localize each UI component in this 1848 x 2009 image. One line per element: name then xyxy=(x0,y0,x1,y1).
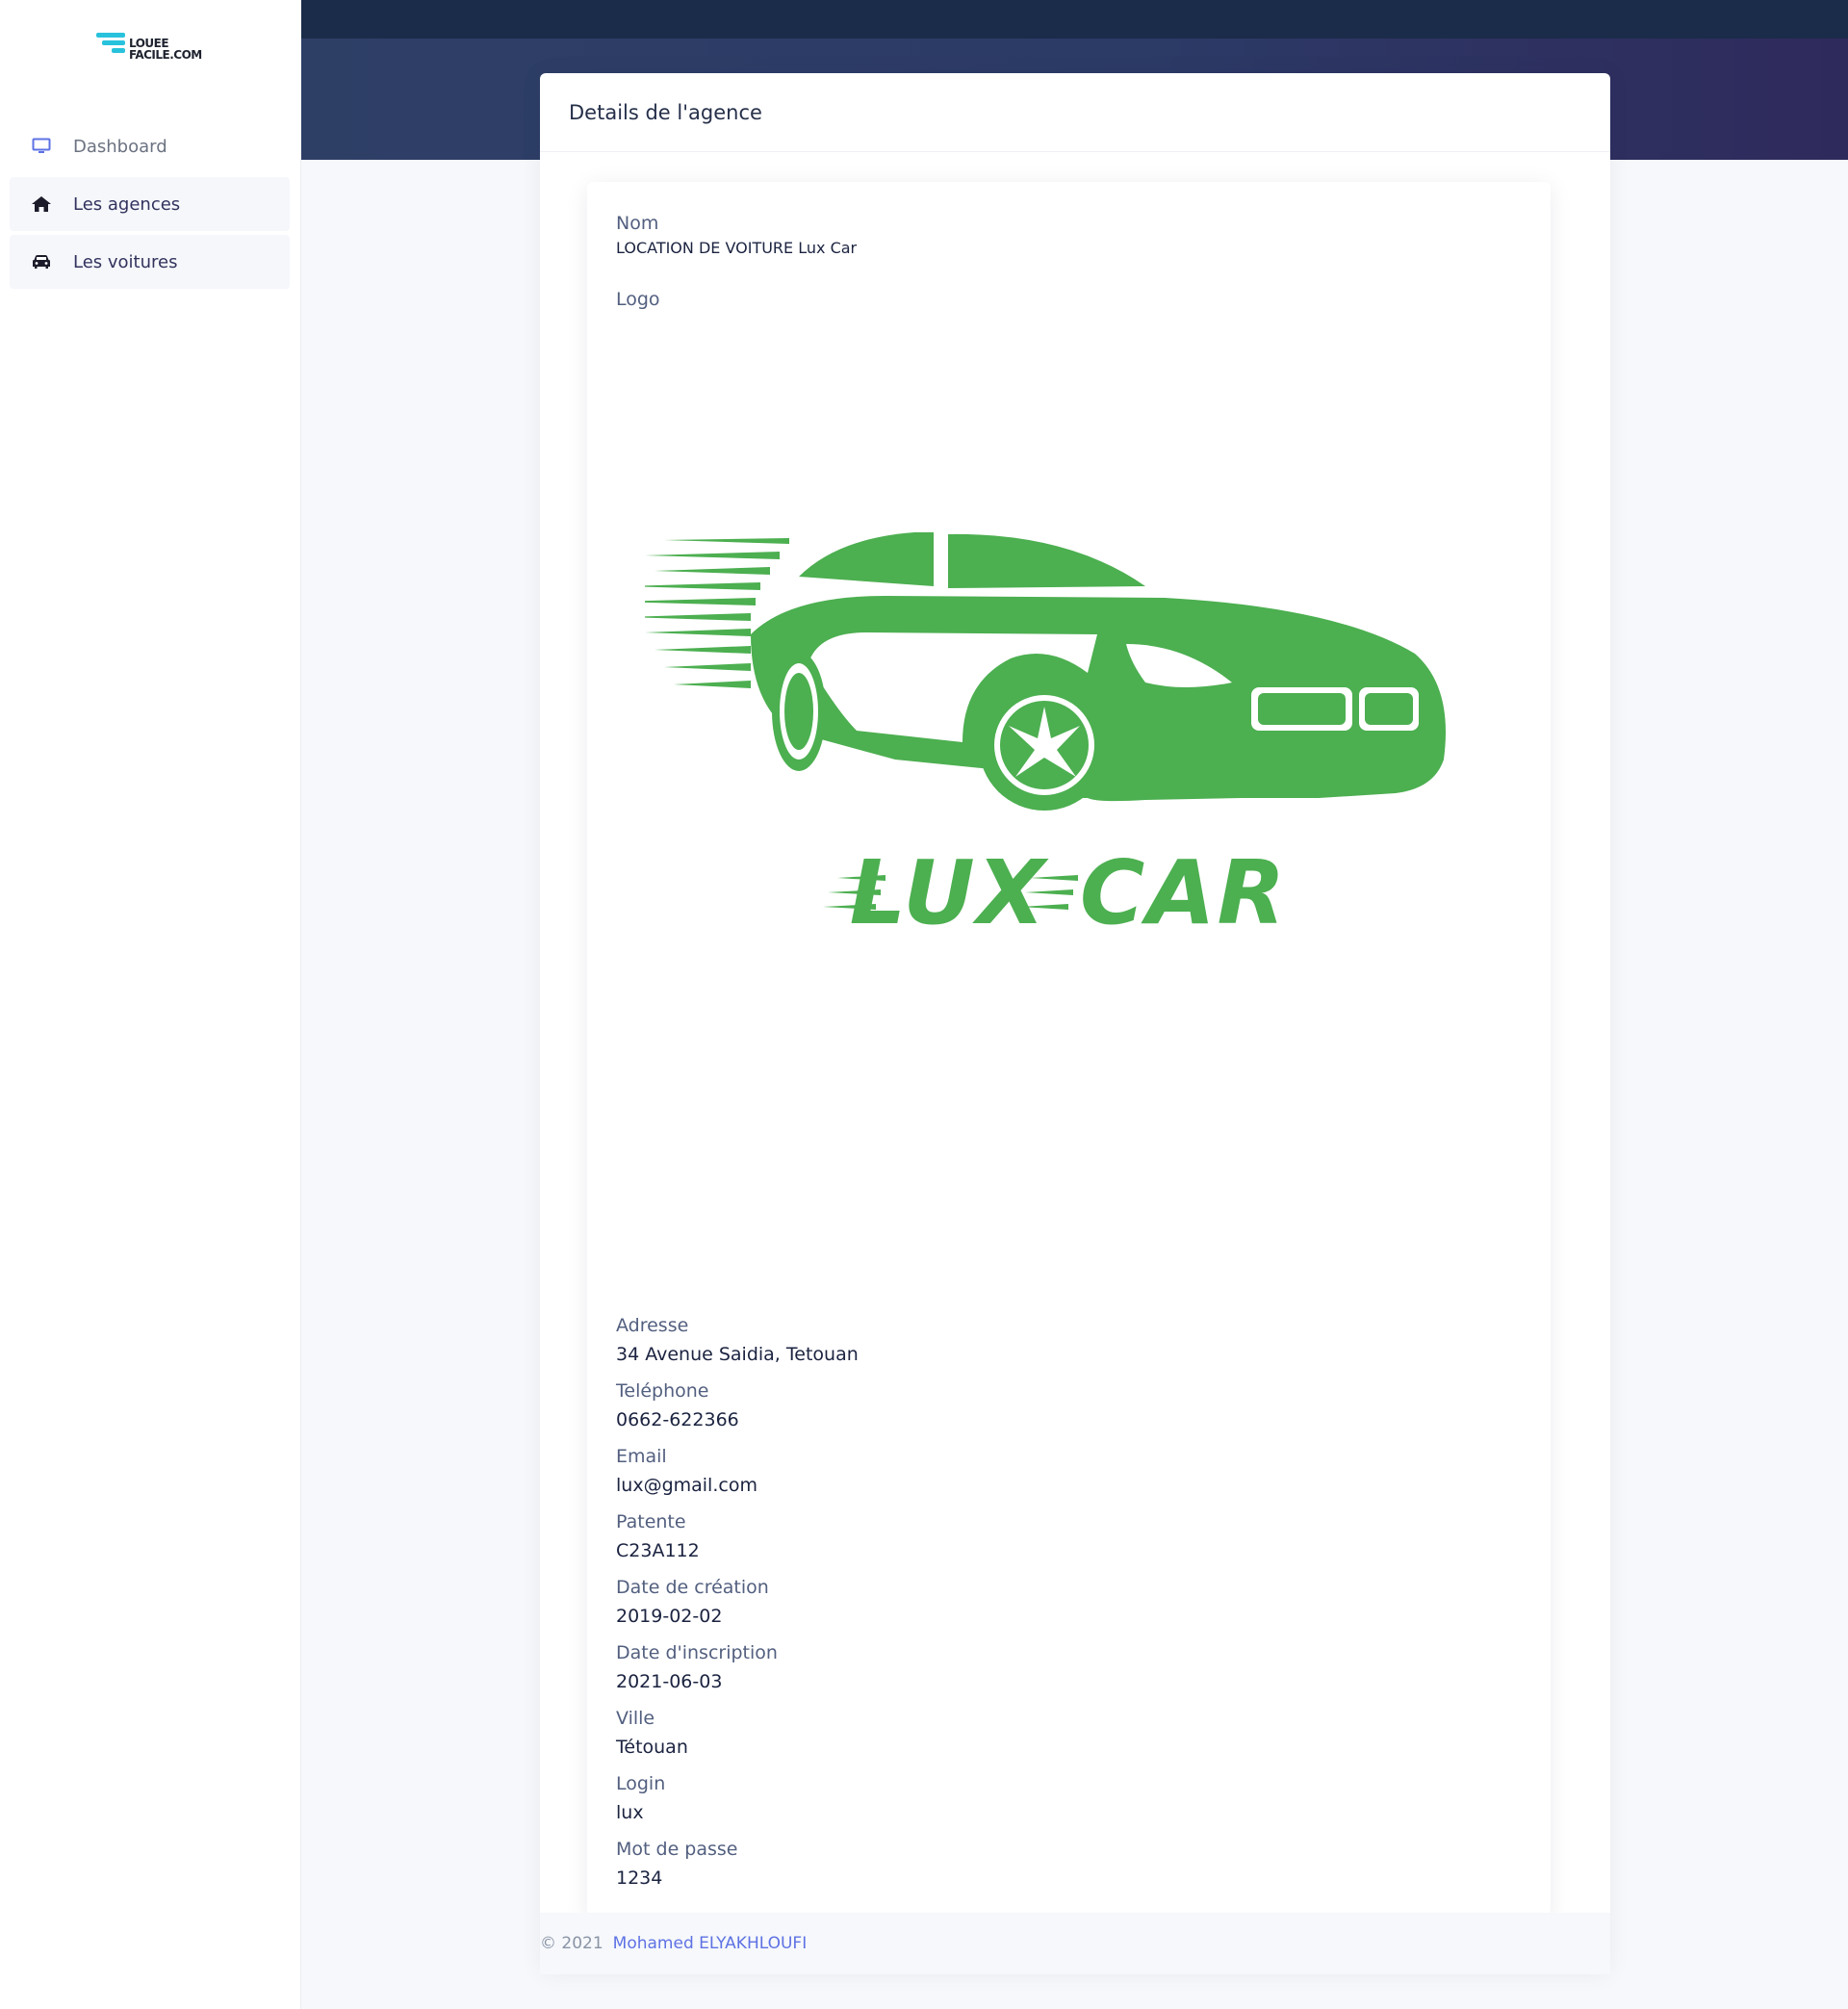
telephone-value: 0662-622366 xyxy=(616,1409,739,1430)
car-icon xyxy=(29,249,54,274)
logo-label: Logo xyxy=(616,289,660,310)
card-header: Details de l'agence xyxy=(540,73,1610,152)
brand-logo[interactable]: LOUEE FACILE.COM xyxy=(96,33,202,65)
telephone-label: Teléphone xyxy=(616,1380,709,1402)
patente-value: C23A112 xyxy=(616,1540,700,1561)
sidebar-nav: Dashboard Les agences Les voitures xyxy=(10,119,290,293)
sidebar-item-label: Dashboard xyxy=(73,136,167,157)
nom-label: Nom xyxy=(616,213,659,234)
adresse-label: Adresse xyxy=(616,1315,689,1336)
brand-mark-icon xyxy=(96,33,125,65)
agency-details-card: Details de l'agence Nom LOCATION DE VOIT… xyxy=(540,73,1610,1974)
login-label: Login xyxy=(616,1773,666,1794)
nom-value: LOCATION DE VOITURE Lux Car xyxy=(616,239,858,257)
monitor-icon xyxy=(29,134,54,159)
mot-de-passe-label: Mot de passe xyxy=(616,1839,738,1860)
sidebar-item-dashboard[interactable]: Dashboard xyxy=(10,119,290,173)
footer-author-link[interactable]: Mohamed ELYAKHLOUFI xyxy=(613,1934,808,1953)
login-value: lux xyxy=(616,1802,644,1823)
date-inscription-label: Date d'inscription xyxy=(616,1642,778,1663)
footer-copyright: © 2021 xyxy=(540,1934,603,1953)
date-creation-value: 2019-02-02 xyxy=(616,1606,723,1627)
brand-line-2: FACILE.COM xyxy=(129,48,202,62)
car-logo-icon: LUX CAR xyxy=(616,532,1446,944)
ville-value: Tétouan xyxy=(616,1737,688,1758)
page-title: Details de l'agence xyxy=(569,100,762,124)
home-icon xyxy=(29,192,54,217)
agency-info-panel: Nom LOCATION DE VOITURE Lux Car Logo LUX… xyxy=(587,182,1551,1922)
email-label: Email xyxy=(616,1446,667,1467)
top-navbar xyxy=(301,0,1848,39)
date-creation-label: Date de création xyxy=(616,1577,769,1598)
date-inscription-value: 2021-06-03 xyxy=(616,1671,723,1692)
sidebar-item-agences[interactable]: Les agences xyxy=(10,177,290,231)
sidebar: LOUEE FACILE.COM Dashboard Les agences L… xyxy=(0,0,301,2009)
sidebar-item-label: Les voitures xyxy=(73,251,178,272)
brand-text: LOUEE FACILE.COM xyxy=(129,38,202,61)
ville-label: Ville xyxy=(616,1708,655,1729)
sidebar-item-voitures[interactable]: Les voitures xyxy=(10,235,290,289)
footer: © 2021 Mohamed ELYAKHLOUFI xyxy=(540,1913,1610,1974)
email-value: lux@gmail.com xyxy=(616,1475,757,1496)
patente-label: Patente xyxy=(616,1511,686,1533)
sidebar-item-label: Les agences xyxy=(73,193,181,215)
agency-logo: LUX CAR xyxy=(616,519,1492,962)
adresse-value: 34 Avenue Saidia, Tetouan xyxy=(616,1344,859,1365)
mot-de-passe-value: 1234 xyxy=(616,1867,663,1889)
